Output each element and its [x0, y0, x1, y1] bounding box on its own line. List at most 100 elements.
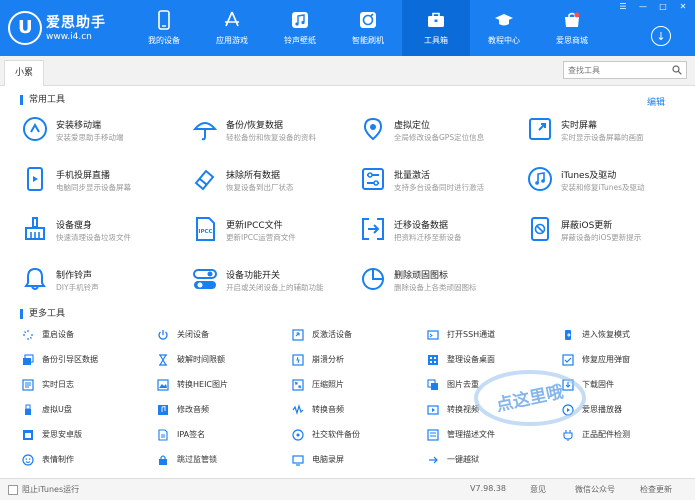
tool-restart[interactable]: 重启设备	[22, 326, 152, 346]
tool-open-ssh[interactable]: 打开SSH通道	[427, 326, 557, 346]
broom-icon	[25, 217, 45, 240]
tool-virtual-location[interactable]: 虚拟定位 全局修改设备GPS定位信息	[360, 112, 525, 152]
tool-compress-photos[interactable]: 压缩照片	[292, 376, 422, 396]
tool-virtual-usb[interactable]: 虚拟U盘	[22, 401, 152, 421]
version-label: V7.98.38	[470, 484, 507, 493]
app-store-icon	[225, 11, 239, 27]
minimize-button[interactable]: —	[637, 2, 649, 11]
tool-update-ipcc[interactable]: IPCC 更新IPCC文件 更新IPCC运营商文件	[192, 212, 357, 252]
tool-skip-supervision[interactable]: 跳过监管锁	[157, 451, 287, 471]
tool-jailbreak[interactable]: 一键越狱	[427, 451, 557, 471]
tool-screen-cast[interactable]: 手机投屏直播 电脑同步显示设备屏幕	[22, 162, 187, 202]
tool-organize-desktop[interactable]: 整理设备桌面	[427, 351, 557, 371]
close-button[interactable]: ✕	[677, 2, 689, 11]
tool-convert-audio[interactable]: 转换音频	[292, 401, 422, 421]
cast-icon	[27, 167, 43, 191]
search-input[interactable]	[564, 62, 664, 78]
tool-download-firmware[interactable]: 下载固件	[562, 376, 692, 396]
block-itunes-label[interactable]: 阻止iTunes运行	[22, 484, 79, 495]
tool-recovery-mode[interactable]: 进入恢复模式	[562, 326, 692, 346]
tool-ipa-sign[interactable]: IPA签名	[157, 426, 287, 446]
toggle-icon	[193, 269, 217, 289]
tool-erase-all[interactable]: 抹除所有数据 恢复设备到出厂状态	[192, 162, 357, 202]
tool-realtime-log[interactable]: 实时日志	[22, 376, 152, 396]
app-title: 爱思助手	[46, 15, 106, 31]
emoji-icon	[22, 454, 34, 466]
tool-edit-audio[interactable]: 修改音频	[157, 401, 287, 421]
tool-block-ios-update[interactable]: 屏蔽iOS更新 屏蔽设备的iOS更新提示	[527, 212, 692, 252]
flash-icon	[360, 12, 376, 28]
phone-icon	[158, 10, 170, 30]
lock-icon	[159, 455, 167, 465]
usb-icon	[25, 404, 31, 415]
tool-delete-icons[interactable]: 删除顽固图标 删除设备上各类顽固图标	[360, 262, 525, 302]
location-icon	[363, 117, 383, 141]
app-logo[interactable]: U 爱思助手 www.i4.cn	[8, 9, 128, 47]
social-icon	[292, 429, 304, 441]
hourglass-icon	[159, 354, 167, 366]
itunes-icon	[528, 167, 552, 191]
tool-screen-time-crack[interactable]: 破解时间限额	[157, 351, 287, 371]
install-icon	[23, 117, 47, 141]
tool-install-mobile[interactable]: 安装移动端 安装爱思助手移动端	[22, 112, 187, 152]
nav-ringtones[interactable]: 铃声壁纸	[266, 0, 334, 56]
profile-icon	[427, 429, 439, 441]
shop-icon	[565, 12, 580, 27]
bell-icon	[24, 267, 46, 290]
tool-device-switches[interactable]: 设备功能开关 开启或关闭设备上的辅助功能	[192, 262, 357, 302]
logo-icon: U	[8, 11, 42, 45]
more-tools-title: 更多工具	[20, 309, 65, 319]
tool-backup-restore[interactable]: 备份/恢复数据 轻松备份和恢复设备的资料	[192, 112, 357, 152]
tool-screen-record[interactable]: 电脑录屏	[292, 451, 422, 471]
nav-toolbox[interactable]: 工具箱	[402, 0, 470, 56]
block-itunes-checkbox[interactable]	[8, 485, 18, 495]
accessory-icon	[563, 430, 573, 441]
feedback-link[interactable]: 意见	[530, 484, 546, 495]
tool-emoji-maker[interactable]: 表情制作	[22, 451, 152, 471]
tool-itunes-driver[interactable]: iTunes及驱动 安装和修复iTunes及驱动	[527, 162, 692, 202]
maximize-button[interactable]: □	[657, 2, 669, 11]
tool-manage-profiles[interactable]: 管理描述文件	[427, 426, 557, 446]
nav-shop[interactable]: 爱思商城	[538, 0, 606, 56]
menu-button[interactable]: ☰	[617, 2, 629, 11]
nav-my-device[interactable]: 我的设备	[130, 0, 198, 56]
search-icon[interactable]	[672, 65, 682, 75]
tool-device-cleanup[interactable]: 设备瘦身 快速清理设备垃圾文件	[22, 212, 187, 252]
tool-dedupe-images[interactable]: 图片去重	[427, 376, 557, 396]
tool-accessory-check[interactable]: 正品配件检测	[562, 426, 692, 446]
ipcc-icon: IPCC	[196, 217, 215, 241]
tab-bar: 小累	[0, 56, 695, 86]
tool-shutdown[interactable]: 关闭设备	[157, 326, 287, 346]
eraser-icon	[194, 169, 215, 191]
record-icon	[292, 455, 304, 466]
deactivate-icon	[292, 329, 304, 341]
tool-crash-analysis[interactable]: 崩溃分析	[292, 351, 422, 371]
ipa-icon	[158, 429, 168, 441]
tool-migrate-data[interactable]: 迁移设备数据 把资料迁移至新设备	[360, 212, 525, 252]
heic-icon	[157, 379, 169, 391]
tool-backup-boot[interactable]: 备份引导区数据	[22, 351, 152, 371]
nav-flash[interactable]: 智能刷机	[334, 0, 402, 56]
tool-batch-activate[interactable]: 批量激活 支持多台设备同时进行激活	[360, 162, 525, 202]
batch-icon	[362, 168, 384, 190]
audio-edit-icon	[158, 405, 168, 415]
tool-fix-app-popup[interactable]: 修复应用弹窗	[562, 351, 692, 371]
tool-convert-heic[interactable]: 转换HEIC图片	[157, 376, 287, 396]
top-header: U 爱思助手 www.i4.cn 我的设备 应用游戏 铃声壁纸 智能刷机 工具箱…	[0, 0, 695, 56]
tool-social-backup[interactable]: 社交软件备份	[292, 426, 422, 446]
check-update-link[interactable]: 检查更新	[640, 484, 672, 495]
tool-i4-player[interactable]: 爱思播放器	[562, 401, 692, 421]
edit-link[interactable]: 编辑	[647, 95, 665, 108]
nav-apps[interactable]: 应用游戏	[198, 0, 266, 56]
tool-make-ringtone[interactable]: 制作铃声 DIY手机铃声	[22, 262, 187, 302]
tab-device[interactable]: 小累	[4, 60, 44, 86]
tool-deactivate[interactable]: 反激活设备	[292, 326, 422, 346]
tool-live-screen[interactable]: 实时屏幕 实时显示设备屏幕的画面	[527, 112, 692, 152]
tool-android-version[interactable]: 爱思安卓版	[22, 426, 152, 446]
toolbox-icon	[428, 12, 444, 27]
firmware-icon	[562, 379, 574, 391]
tool-convert-video[interactable]: 转换视频	[427, 401, 557, 421]
nav-tutorials[interactable]: 教程中心	[470, 0, 538, 56]
download-manager-button[interactable]: ↓	[651, 26, 671, 46]
wechat-link[interactable]: 微信公众号	[575, 484, 615, 495]
